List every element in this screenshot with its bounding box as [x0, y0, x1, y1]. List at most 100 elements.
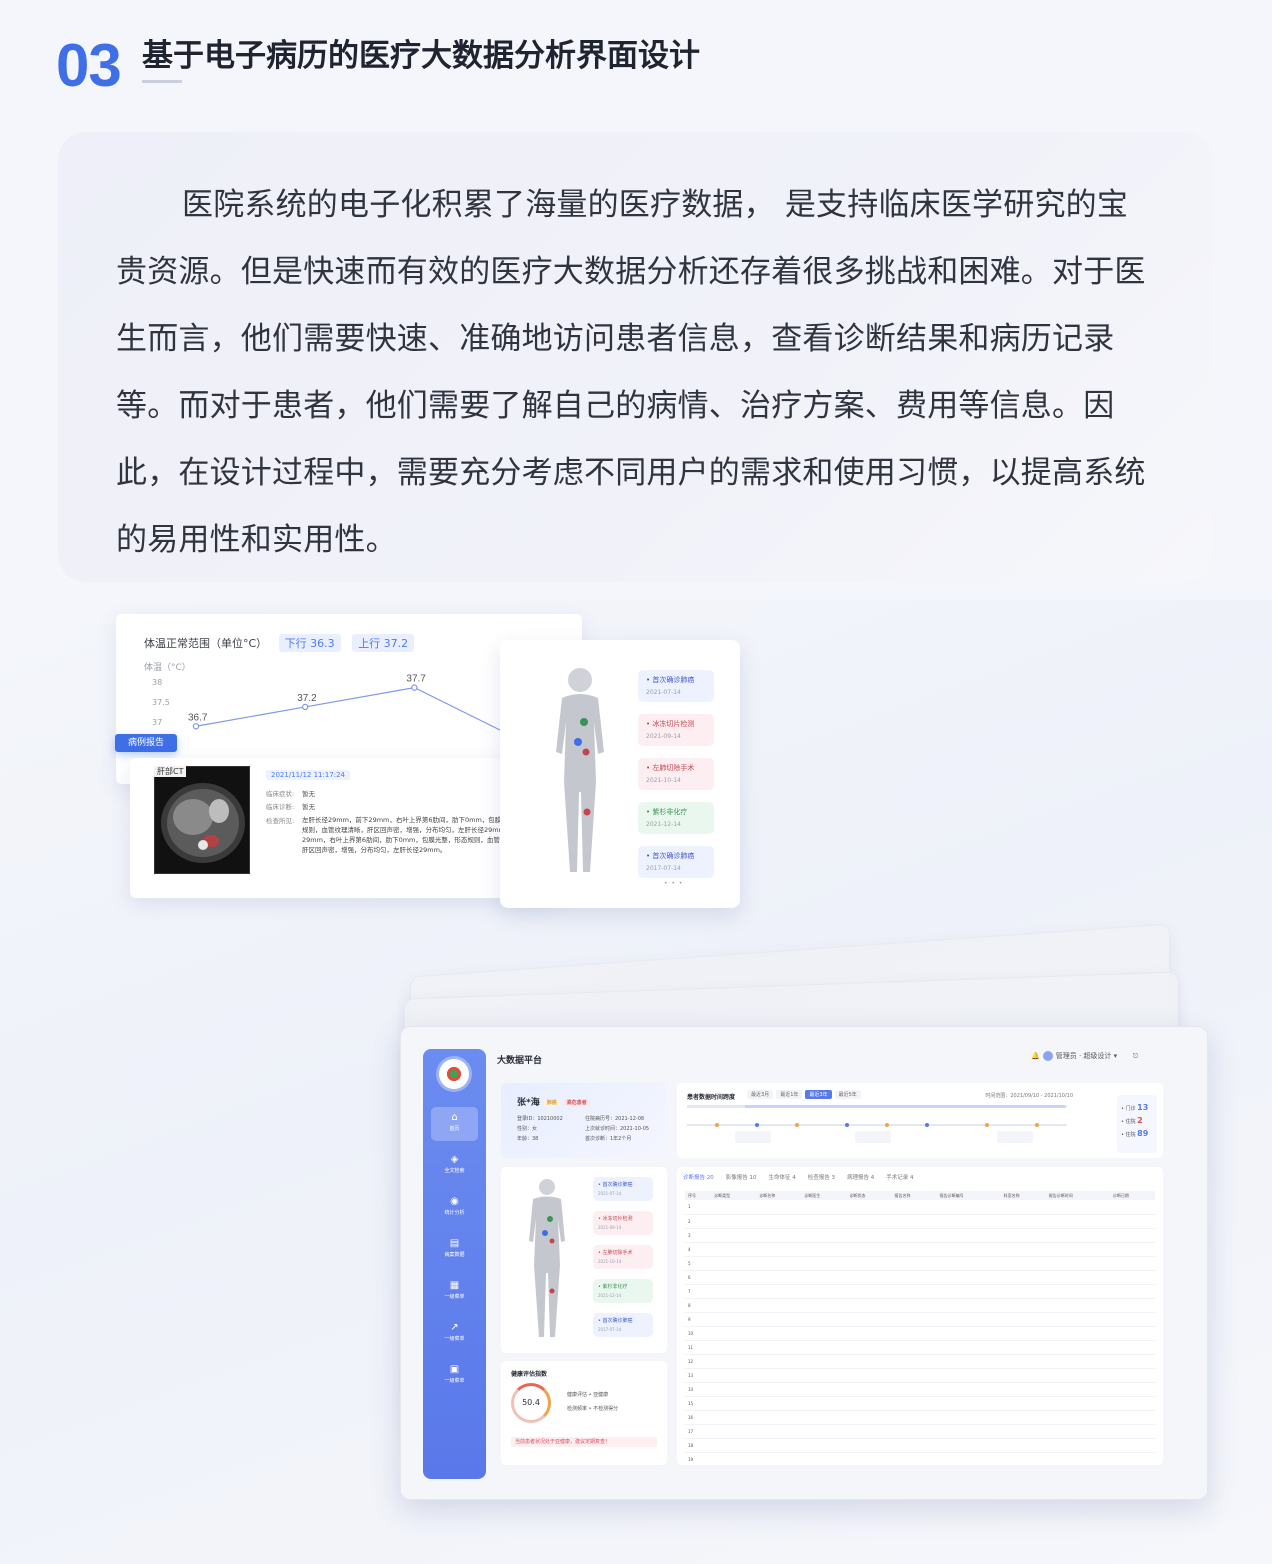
table-cell	[711, 1270, 757, 1285]
sidebar-item[interactable]: ◈ 全文检索	[431, 1149, 478, 1183]
column-header[interactable]: 报告诊断编号	[936, 1191, 1001, 1200]
table-row[interactable]: 7	[685, 1284, 1155, 1299]
table-cell	[1000, 1354, 1046, 1369]
table-row[interactable]: 11	[685, 1340, 1155, 1355]
table-cell	[891, 1424, 937, 1439]
time-range-button[interactable]: 最近5年	[834, 1090, 861, 1099]
table-cell	[936, 1326, 1001, 1341]
time-range-button[interactable]: 最近1年	[776, 1090, 803, 1099]
event-item[interactable]: • 左肺切除手术 2021-10-14	[638, 758, 714, 790]
table-row[interactable]: 2	[685, 1214, 1155, 1229]
table-cell	[711, 1382, 757, 1397]
table-row[interactable]: 17	[685, 1424, 1155, 1439]
table-cell	[846, 1214, 892, 1229]
table-cell	[936, 1438, 1001, 1453]
table-row[interactable]: 8	[685, 1298, 1155, 1313]
table-cell	[846, 1410, 892, 1425]
report-tab[interactable]: 检查报告 3	[808, 1175, 835, 1181]
case-report-button[interactable]: 病例报告	[115, 734, 177, 752]
table-cell	[801, 1438, 847, 1453]
table-row[interactable]: 9	[685, 1312, 1155, 1327]
dashboard-body-card: • 首次确诊肺癌 2021-07-14 • 冰冻切片检测 2021-09-14 • 左肺…	[501, 1167, 667, 1353]
symptom-label: 临床症状:	[266, 790, 295, 798]
table-row[interactable]: 18	[685, 1438, 1155, 1453]
event-item[interactable]: • 首次确诊肺癌 2021-07-14	[593, 1177, 653, 1201]
logout-icon[interactable]: ⎋	[1133, 1052, 1139, 1060]
time-range-button[interactable]: 最近3年	[805, 1090, 832, 1099]
report-tab[interactable]: 手术记录 4	[886, 1175, 913, 1181]
patient-info: 性别：女	[517, 1126, 538, 1132]
event-item[interactable]: • 紫杉非化疗 2021-12-14	[593, 1279, 653, 1303]
table-cell	[756, 1298, 802, 1313]
table-cell	[1045, 1326, 1110, 1341]
sidebar-item[interactable]: ▣ 一级菜单	[431, 1359, 478, 1393]
pager-dots[interactable]: • • •	[664, 880, 683, 887]
table-row[interactable]: 6	[685, 1270, 1155, 1285]
sidebar-item[interactable]: ▤ 病案数据	[431, 1233, 478, 1267]
report-tab[interactable]: 影像报告 10	[726, 1175, 757, 1181]
table-row[interactable]: 12	[685, 1354, 1155, 1369]
table-row[interactable]: 1	[685, 1200, 1155, 1215]
table-cell	[711, 1438, 757, 1453]
table-cell	[891, 1438, 937, 1453]
report-tab[interactable]: 生命体征 4	[769, 1175, 796, 1181]
report-tab[interactable]: 诊断报告 20	[683, 1175, 714, 1181]
timeline-title: 患者数据时间跨度	[687, 1094, 736, 1101]
timeline-events	[687, 1123, 1067, 1143]
table-cell	[936, 1424, 1001, 1439]
table-row[interactable]: 10	[685, 1326, 1155, 1341]
table-cell	[1109, 1368, 1155, 1383]
report-table-card: 诊断报告 20 影像报告 10 生命体征 4 检查报告 3 病理报告 4 手术记录 4 序…	[677, 1167, 1163, 1467]
column-header[interactable]: 科室名称	[1000, 1191, 1046, 1200]
event-item[interactable]: • 首次确诊肺癌 2021-07-14	[638, 670, 714, 702]
event-item[interactable]: • 紫杉非化疗 2021-12-14	[638, 802, 714, 834]
table-cell	[711, 1312, 757, 1327]
column-header[interactable]: 诊断名称	[756, 1191, 802, 1200]
table-cell: 18	[685, 1438, 712, 1453]
table-cell	[936, 1382, 1001, 1397]
sidebar-item[interactable]: ▦ 一级菜单	[431, 1275, 478, 1309]
report-tab[interactable]: 病理报告 4	[847, 1175, 874, 1181]
column-header[interactable]: 诊断类型	[711, 1191, 757, 1200]
table-row[interactable]: 16	[685, 1410, 1155, 1425]
table-cell: 1	[685, 1200, 712, 1215]
timeline-track[interactable]	[687, 1105, 1067, 1108]
column-header[interactable]: 序号	[685, 1191, 712, 1200]
event-item[interactable]: • 左肺切除手术 2021-10-14	[593, 1245, 653, 1269]
table-cell	[891, 1256, 937, 1271]
table-row[interactable]: 4	[685, 1242, 1155, 1257]
visit-stats: • 门诊 13 • 住院 2 • 住院 89	[1117, 1095, 1157, 1153]
table-row[interactable]: 14	[685, 1382, 1155, 1397]
event-item[interactable]: • 首次确诊肺癌 2017-07-14	[593, 1313, 653, 1337]
avatar[interactable]	[1042, 1051, 1053, 1061]
table-cell: 3	[685, 1228, 712, 1243]
time-range-button[interactable]: 最近3月	[747, 1090, 774, 1099]
table-row[interactable]: 13	[685, 1368, 1155, 1383]
column-header[interactable]: 诊断状态	[846, 1191, 892, 1200]
column-header[interactable]: 报告诊断时间	[1045, 1191, 1110, 1200]
sidebar-item[interactable]: ◉ 统计分析	[431, 1191, 478, 1225]
patient-name: 张*海	[517, 1098, 540, 1108]
table-row[interactable]: 19	[685, 1452, 1155, 1467]
user-area[interactable]: 🔔 管理员 · 超级设计 ▾ ⎋	[1031, 1051, 1138, 1061]
event-item[interactable]: • 冰冻切片检测 2021-09-14	[638, 714, 714, 746]
table-cell: 9	[685, 1312, 712, 1327]
sidebar-item[interactable]: ↗ 一级菜单	[431, 1317, 478, 1351]
table-row[interactable]: 15	[685, 1396, 1155, 1411]
stat-other: • 住院 89	[1121, 1129, 1149, 1138]
column-header[interactable]: 报告名称	[891, 1191, 937, 1200]
column-header[interactable]: 诊断医生	[801, 1191, 847, 1200]
event-item[interactable]: • 冰冻切片检测 2021-09-14	[593, 1211, 653, 1235]
table-cell	[1109, 1410, 1155, 1425]
table-row[interactable]: 5	[685, 1256, 1155, 1271]
table-cell	[936, 1298, 1001, 1313]
bell-icon[interactable]: 🔔	[1031, 1052, 1040, 1060]
table-row[interactable]: 3	[685, 1228, 1155, 1243]
table-cell	[1045, 1270, 1110, 1285]
column-header[interactable]: 诊断日期	[1109, 1191, 1155, 1200]
table-cell	[1000, 1326, 1046, 1341]
sidebar-item[interactable]: ⌂ 首页	[431, 1107, 478, 1141]
event-item[interactable]: • 首次确诊肺癌 2017-07-14	[638, 846, 714, 878]
table-cell	[891, 1270, 937, 1285]
health-card: 健康评估指数 50.4 健康评估 • 亚健康 检测频率 • 不检测得分 当前患者…	[501, 1361, 667, 1465]
